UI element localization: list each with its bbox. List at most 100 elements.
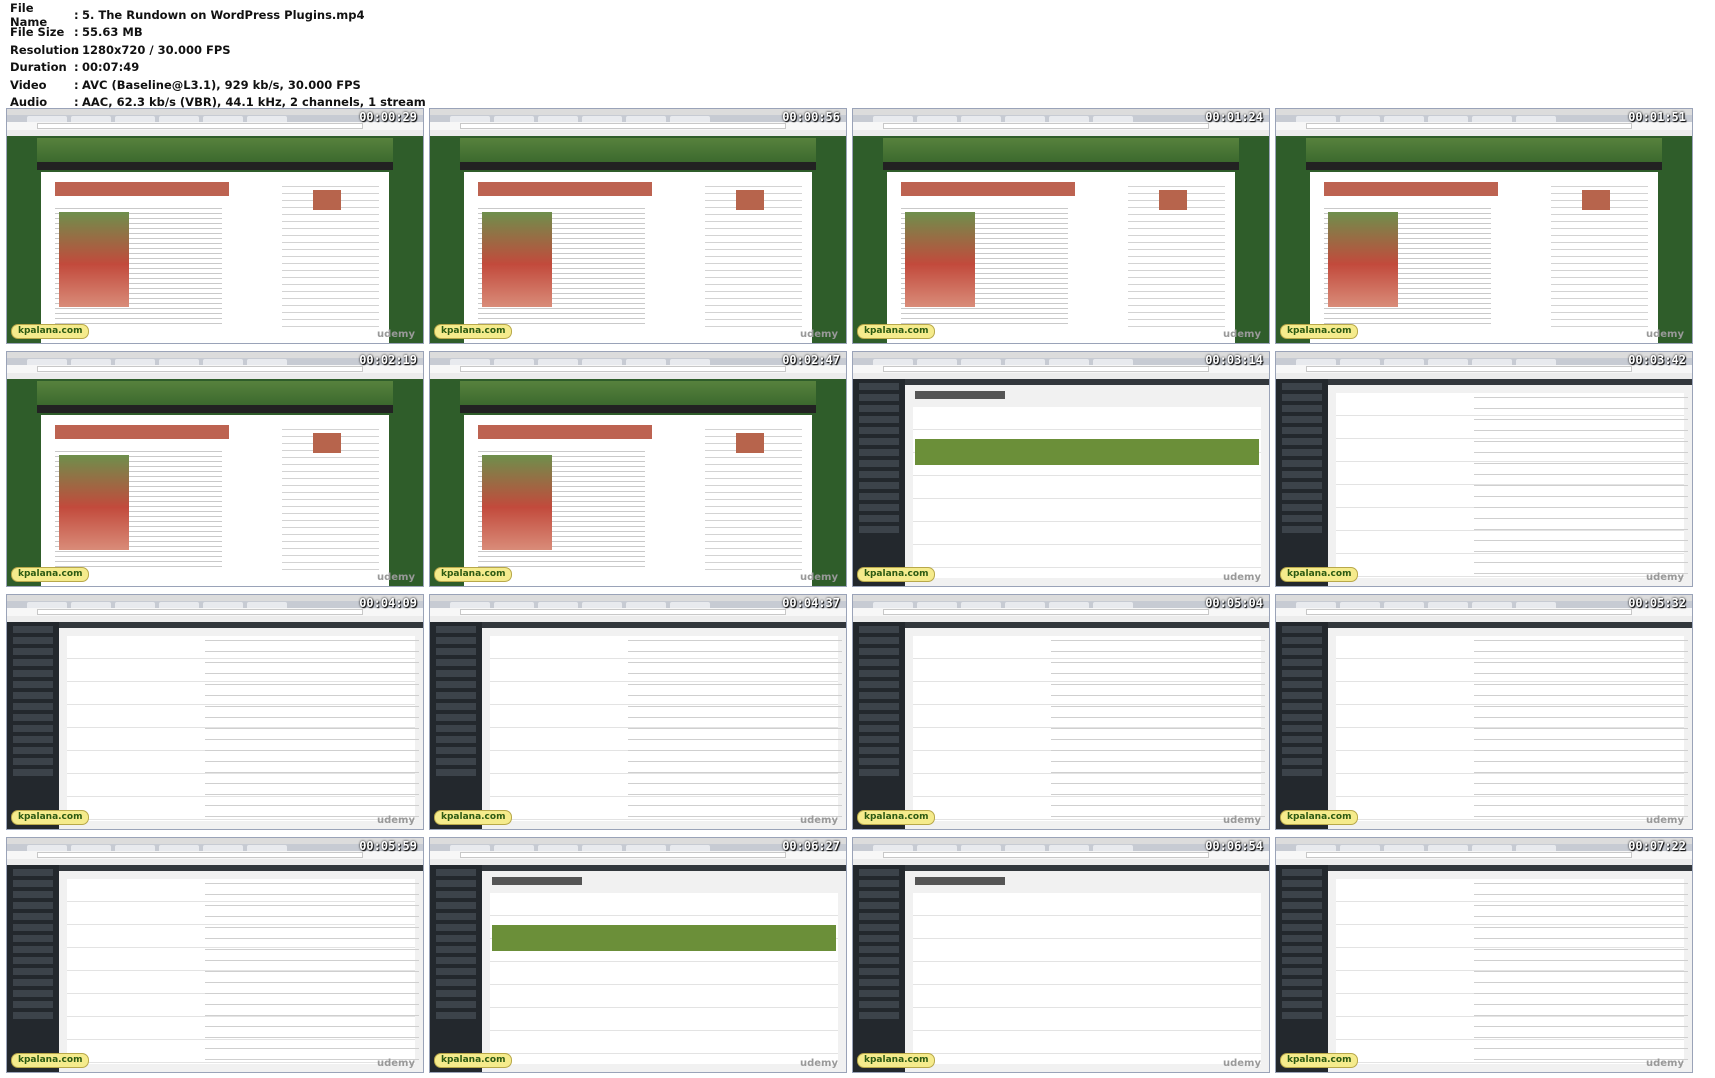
wp-menu-item [1282, 416, 1322, 423]
wp-menu-item [436, 747, 476, 754]
blog-article [464, 172, 812, 343]
wp-menu-item [859, 979, 899, 986]
timestamp: 00:07:22 [1628, 839, 1686, 853]
article-title [55, 182, 229, 196]
wp-menu-item [436, 946, 476, 953]
wp-menu-item [1282, 692, 1322, 699]
wp-menu-item [13, 681, 53, 688]
url-field [37, 609, 363, 615]
wp-menu-item [1282, 1001, 1322, 1008]
wp-admin-main [482, 622, 846, 829]
wp-menu-item [13, 714, 53, 721]
wp-admin-sidebar [7, 865, 59, 1072]
brand-logo: kpalana.com [1280, 567, 1359, 582]
video-thumbnail: kpalana.com udemy 00:03:42 [1275, 351, 1693, 587]
wp-menu-item [859, 935, 899, 942]
wp-menu-item [13, 659, 53, 666]
url-field [460, 609, 786, 615]
page-heading [915, 391, 1005, 399]
plugin-descriptions [1473, 879, 1688, 1064]
wp-menu-item [13, 747, 53, 754]
wp-menu-item [436, 880, 476, 887]
wp-menu-item [1282, 504, 1322, 511]
timestamp: 00:06:54 [1205, 839, 1263, 853]
wp-menu-item [859, 449, 899, 456]
file-info-row: File Name:5. The Rundown on WordPress Pl… [10, 1, 426, 29]
file-info-value: 1280x720 / 30.000 FPS [82, 42, 231, 57]
brand-logo: kpalana.com [1280, 810, 1359, 825]
wp-menu-item [13, 968, 53, 975]
timestamp: 00:05:04 [1205, 596, 1263, 610]
wp-menu-item [13, 935, 53, 942]
udemy-watermark: udemy [1646, 572, 1684, 583]
brand-logo: kpalana.com [11, 1053, 90, 1068]
udemy-watermark: udemy [1223, 1058, 1261, 1069]
wp-admin-toolbar [1328, 622, 1692, 628]
wp-menu-item [1282, 526, 1322, 533]
wp-menu-item [13, 990, 53, 997]
wp-menu-item [436, 681, 476, 688]
wp-menu-item [859, 769, 899, 776]
wp-menu-item [859, 1001, 899, 1008]
wp-menu-item [859, 626, 899, 633]
sidebar-image [313, 190, 341, 210]
udemy-watermark: udemy [377, 329, 415, 340]
wp-menu-item [436, 968, 476, 975]
wp-menu-item [1282, 880, 1322, 887]
wp-menu-item [859, 758, 899, 765]
wp-menu-item [13, 979, 53, 986]
wp-menu-item [436, 1012, 476, 1019]
wp-menu-item [1282, 427, 1322, 434]
sidebar-image [736, 433, 764, 453]
wp-menu-item [1282, 637, 1322, 644]
wp-menu-item [859, 648, 899, 655]
wp-admin-main [59, 865, 423, 1072]
timestamp: 00:01:51 [1628, 110, 1686, 124]
timestamp: 00:04:37 [782, 596, 840, 610]
brand-logo: kpalana.com [857, 324, 936, 339]
wp-menu-item [13, 913, 53, 920]
file-info-row: File Size:55.63 MB [10, 24, 426, 42]
wp-menu-item [859, 637, 899, 644]
url-field [1306, 609, 1632, 615]
video-thumbnail: kpalana.com udemy 00:04:37 [429, 594, 847, 830]
wp-menu-item [1282, 725, 1322, 732]
wp-menu-item [859, 891, 899, 898]
wp-menu-item [436, 736, 476, 743]
wp-menu-item [1282, 405, 1322, 412]
brand-logo: kpalana.com [11, 810, 90, 825]
blog-nav-bar [1306, 162, 1662, 170]
udemy-watermark: udemy [800, 1058, 838, 1069]
url-field [1306, 123, 1632, 129]
page-heading [492, 877, 582, 885]
blog-article [1310, 172, 1658, 343]
wp-menu-item [859, 1012, 899, 1019]
plugin-descriptions [204, 636, 419, 821]
wp-menu-item [1282, 394, 1322, 401]
wp-menu-item [1282, 515, 1322, 522]
file-info-label: Resolution [10, 42, 80, 57]
wp-admin-main [905, 379, 1269, 586]
wp-menu-item [436, 990, 476, 997]
wp-menu-item [13, 902, 53, 909]
wp-menu-item [859, 471, 899, 478]
file-info-value: 5. The Rundown on WordPress Plugins.mp4 [82, 7, 365, 22]
wp-admin-sidebar [1276, 622, 1328, 829]
article-photo [59, 455, 129, 550]
wp-menu-item [859, 681, 899, 688]
plugin-descriptions [1473, 393, 1688, 578]
udemy-watermark: udemy [1646, 1058, 1684, 1069]
video-thumbnail: kpalana.com udemy 00:05:04 [852, 594, 1270, 830]
wp-menu-item [1282, 990, 1322, 997]
timestamp: 00:00:56 [782, 110, 840, 124]
screen-content [1276, 865, 1692, 1072]
file-info-value: 00:07:49 [82, 60, 140, 75]
wp-menu-item [1282, 869, 1322, 876]
wp-menu-item [1282, 449, 1322, 456]
screen-content [853, 136, 1269, 343]
wp-menu-item [13, 758, 53, 765]
blog-page [7, 136, 423, 343]
screen-content [7, 379, 423, 586]
wp-menu-item [13, 769, 53, 776]
video-thumbnail: kpalana.com udemy 00:07:22 [1275, 837, 1693, 1073]
